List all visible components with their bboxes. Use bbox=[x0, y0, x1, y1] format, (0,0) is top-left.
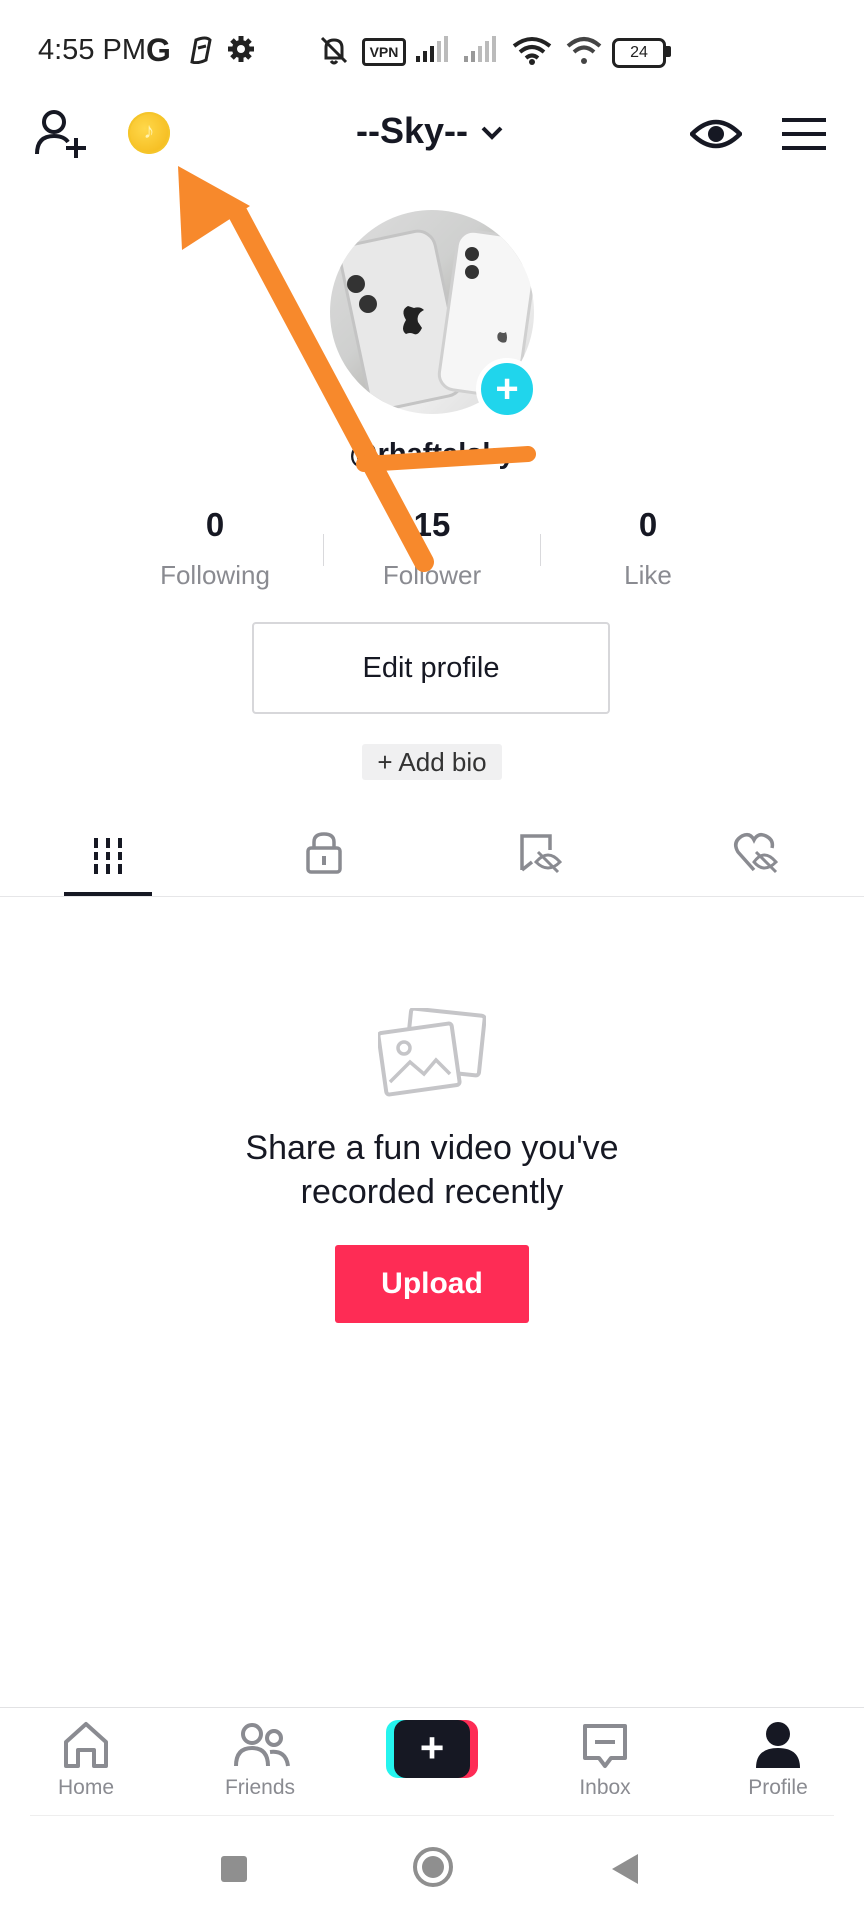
lock-icon bbox=[306, 832, 342, 874]
bottom-divider bbox=[30, 1815, 834, 1816]
signal-strength-icon bbox=[416, 36, 448, 62]
following-count[interactable]: 0 bbox=[125, 506, 305, 544]
upload-button[interactable]: Upload bbox=[335, 1245, 529, 1323]
nav-profile[interactable]: Profile bbox=[708, 1720, 848, 1810]
friends-icon bbox=[234, 1723, 290, 1767]
wifi-2-icon bbox=[566, 37, 602, 64]
signal-strength-2-icon bbox=[464, 36, 496, 62]
wifi-icon bbox=[512, 37, 552, 65]
add-avatar-button[interactable]: + bbox=[476, 358, 538, 420]
photo-gallery-icon bbox=[378, 1008, 486, 1097]
tab-videos[interactable] bbox=[0, 822, 216, 896]
empty-state-message: Share a fun video you've recorded recent… bbox=[245, 1129, 619, 1211]
muted-bell-icon bbox=[320, 36, 348, 65]
system-back-button[interactable] bbox=[612, 1854, 638, 1884]
nav-profile-label: Profile bbox=[748, 1776, 808, 1799]
battery-tip bbox=[666, 46, 671, 57]
tab-private[interactable] bbox=[216, 822, 432, 896]
nav-friends-label: Friends bbox=[224, 1776, 296, 1799]
add-bio-button[interactable]: + Add bio bbox=[362, 744, 502, 780]
create-plus-icon: + bbox=[394, 1720, 470, 1778]
nav-inbox-label: Inbox bbox=[579, 1776, 631, 1799]
settings-gear-icon bbox=[228, 36, 254, 62]
system-home-button[interactable] bbox=[413, 1847, 453, 1887]
music-note-icon: ♪ bbox=[143, 118, 155, 143]
edit-profile-button[interactable]: Edit profile bbox=[252, 622, 610, 714]
liked-eye-off-icon bbox=[734, 832, 779, 874]
nav-inbox[interactable]: Inbox bbox=[535, 1720, 675, 1810]
profile-handle: @rhaftalsky bbox=[349, 438, 515, 470]
saved-eye-off-icon bbox=[520, 834, 563, 874]
tabs-divider bbox=[0, 896, 864, 897]
menu-icon[interactable] bbox=[782, 116, 826, 152]
following-label[interactable]: Following bbox=[125, 560, 305, 591]
leaf-app-icon bbox=[190, 36, 212, 64]
recent-apps-button[interactable] bbox=[221, 1856, 247, 1882]
battery-indicator: 24 bbox=[612, 38, 666, 68]
stat-divider bbox=[540, 534, 541, 566]
nav-home[interactable]: Home bbox=[16, 1720, 156, 1810]
username-label: --Sky-- bbox=[355, 110, 468, 151]
bottom-nav-divider bbox=[0, 1707, 864, 1708]
status-time: 4:55 PM bbox=[38, 34, 146, 66]
home-icon bbox=[64, 1722, 108, 1768]
eye-icon[interactable] bbox=[690, 116, 742, 152]
add-friend-icon[interactable] bbox=[34, 108, 90, 160]
tab-saved[interactable] bbox=[432, 822, 648, 896]
inbox-icon bbox=[583, 1724, 627, 1768]
coin-icon[interactable]: ♪ bbox=[128, 112, 170, 154]
stat-divider bbox=[323, 534, 324, 566]
nav-friends[interactable]: Friends bbox=[190, 1720, 330, 1810]
username-dropdown[interactable]: --Sky-- bbox=[330, 110, 530, 152]
vpn-badge: VPN bbox=[362, 38, 406, 66]
profile-icon bbox=[756, 1722, 800, 1768]
follower-count[interactable]: 15 bbox=[342, 506, 522, 544]
tab-liked[interactable] bbox=[648, 822, 864, 896]
create-video-button[interactable]: + bbox=[386, 1720, 478, 1778]
chevron-down-icon bbox=[481, 127, 503, 141]
status-bar: 4:55 PM G VPN 24 bbox=[0, 0, 864, 100]
plus-icon: + bbox=[495, 367, 519, 411]
follower-label[interactable]: Follower bbox=[342, 560, 522, 591]
like-count[interactable]: 0 bbox=[558, 506, 738, 544]
like-label[interactable]: Like bbox=[558, 560, 738, 591]
grid-icon bbox=[94, 838, 122, 874]
google-icon: G bbox=[146, 32, 171, 68]
nav-home-label: Home bbox=[57, 1776, 115, 1799]
